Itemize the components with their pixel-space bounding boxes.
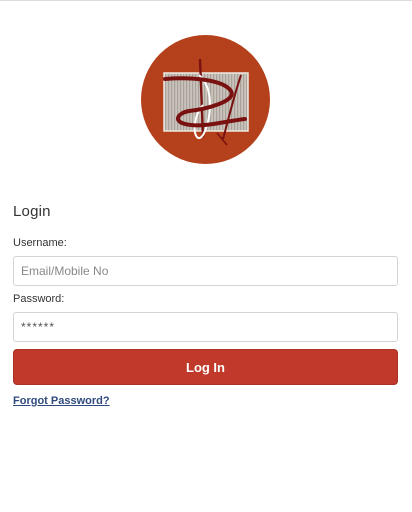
top-divider	[0, 0, 412, 1]
forgot-password-link[interactable]: Forgot Password?	[13, 395, 110, 407]
username-label: Username:	[13, 237, 67, 249]
username-input[interactable]	[13, 256, 398, 286]
logo-icon	[141, 35, 270, 164]
login-title: Login	[13, 203, 51, 220]
password-input[interactable]	[13, 312, 398, 342]
password-label: Password:	[13, 293, 65, 305]
brand-logo	[141, 35, 270, 164]
login-button[interactable]: Log In	[13, 349, 398, 385]
